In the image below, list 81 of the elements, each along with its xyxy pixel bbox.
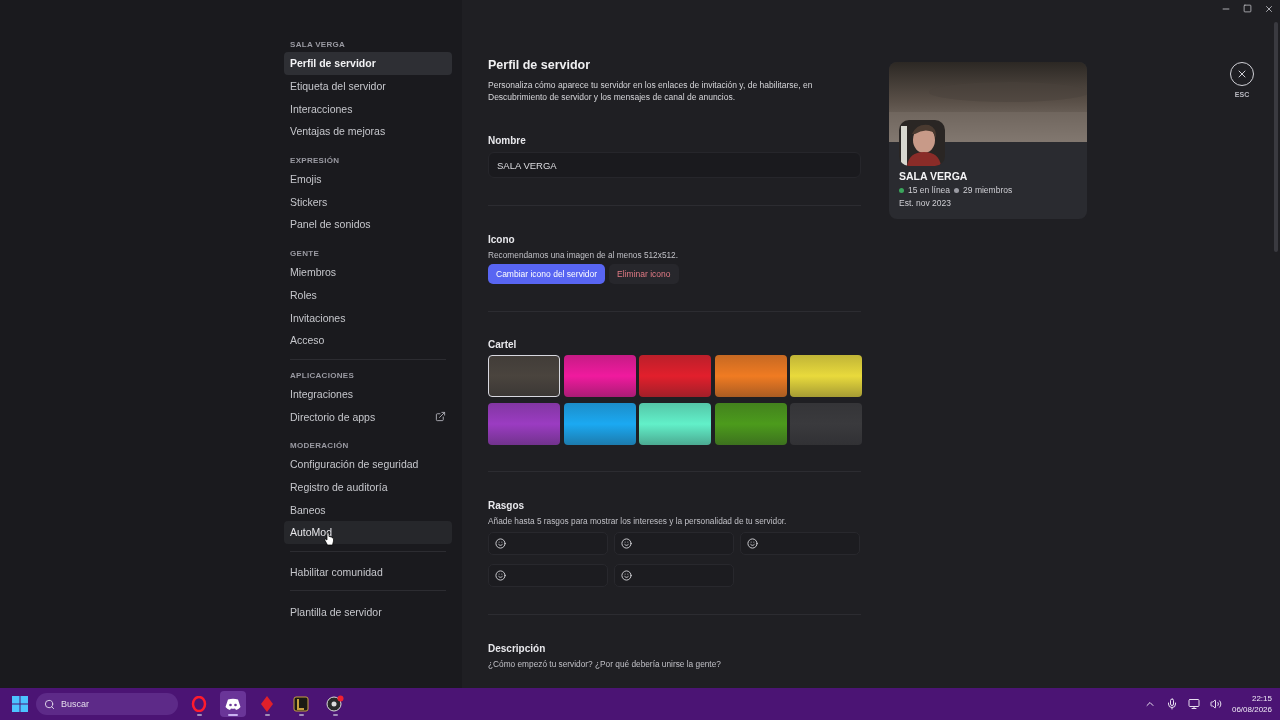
page-title: Perfil de servidor [488,58,592,72]
clock-date: 06/08/2026 [1231,704,1272,715]
sidebar-item[interactable]: Miembros [284,260,452,284]
section-header: APLICACIONES [289,369,356,382]
field-label: Icono [488,234,516,245]
trait-field[interactable] [614,532,734,555]
sidebar-item[interactable]: AutoMod [284,521,452,544]
taskbar-app[interactable] [220,691,246,717]
sidebar-item[interactable]: Habilitar comunidad [284,560,452,584]
ring-icon [191,696,207,712]
close-icon [1264,4,1274,14]
trait-field[interactable] [488,532,608,555]
sidebar-item[interactable]: Perfil de servidor [284,52,452,75]
online-dot [899,187,904,193]
smiley-icon [495,538,506,549]
field-label: Nombre [488,135,527,146]
sidebar-item[interactable]: Acceso [284,328,452,352]
record-icon [326,695,344,713]
trait-field[interactable] [488,564,608,587]
monitor-icon [1187,698,1200,710]
clock-time: 22:15 [1251,693,1272,704]
sidebar-item[interactable]: Roles [284,283,452,307]
field-label: Cartel [488,339,518,350]
field-hint: ¿Cómo empezó tu servidor? ¿Por qué debería unirse la gente? [488,659,722,669]
sidebar-item[interactable]: Panel de sonidos [284,213,452,236]
online-count: 15 en línea [908,185,951,195]
established-date: Est. nov 2023 [899,198,952,208]
banner-swatch[interactable] [714,355,787,397]
page-description: Personaliza cómo aparece tu servidor en los enlaces de invitación y, de habilitarse, en Descubrimiento de servidor y los mensajes de canal de anuncios. [488,79,814,103]
shield-icon [293,696,309,712]
sidebar-item[interactable]: Ventajas de mejoras [284,120,452,143]
smiley-icon [747,538,758,549]
smiley-icon [621,570,632,581]
member-count: 29 miembros [963,185,1013,195]
sidebar-item[interactable]: Integraciones [284,382,452,406]
section-header: MODERACIÓN [289,439,350,452]
diamond-icon [260,696,274,712]
sidebar-item[interactable]: Interacciones [284,97,452,121]
smiley-icon [495,570,506,581]
field-hint: Añade hasta 5 rasgos para mostrar los intereses y la personalidad de tu servidor. [488,516,788,526]
sidebar-item[interactable]: Configuración de seguridad [284,452,452,476]
field-label: Rasgos [488,500,526,511]
banner-swatch[interactable] [639,355,712,397]
sidebar-item[interactable]: Invitaciones [284,306,452,329]
banner-swatch[interactable] [563,403,636,445]
sidebar-item[interactable]: Plantilla de servidor [284,600,452,624]
sidebar-item[interactable]: Stickers [284,190,452,214]
maximize-icon [1243,4,1252,13]
banner-swatch[interactable] [488,403,560,445]
field-label: Descripción [488,643,547,654]
sidebar-item[interactable]: Baneos [284,498,452,521]
remove-icon-button[interactable]: Eliminar icono [609,264,679,284]
microphone-icon [1165,698,1178,710]
smiley-icon [621,538,632,549]
section-header: GENTE [289,247,321,260]
name-field[interactable]: SALA VERGA [488,152,861,178]
banner-swatch[interactable] [488,355,560,397]
windows-icon[interactable] [12,696,28,712]
server-name: SALA VERGA [899,170,969,182]
sidebar-item[interactable]: Emojis [284,167,452,191]
sidebar-item[interactable]: Etiqueta del servidor [284,74,452,98]
sidebar-item[interactable]: Directorio de apps [284,405,452,428]
search-field[interactable]: Buscar [36,693,178,715]
banner-swatch[interactable] [790,355,863,397]
section-header: SALA VERGA [289,39,347,51]
field-hint: Recomendamos una imagen de al menos 512x512. [488,250,680,260]
banner-swatch[interactable] [563,355,636,397]
change-icon-button[interactable]: Cambiar icono del servidor [488,264,606,284]
close-icon [1236,68,1248,80]
banner-swatch[interactable] [639,403,712,445]
sidebar-item[interactable]: Registro de auditoría [284,475,452,499]
controller-icon [225,697,241,711]
member-dot [954,187,960,193]
section-header: EXPRESIÓN [289,154,341,167]
search-icon [44,698,55,710]
banner-swatch[interactable] [714,403,787,445]
external-link-icon [435,411,446,423]
speaker-icon [1209,698,1222,710]
banner-swatch[interactable] [790,403,863,445]
trait-field[interactable] [740,532,860,555]
trait-field[interactable] [614,564,734,587]
